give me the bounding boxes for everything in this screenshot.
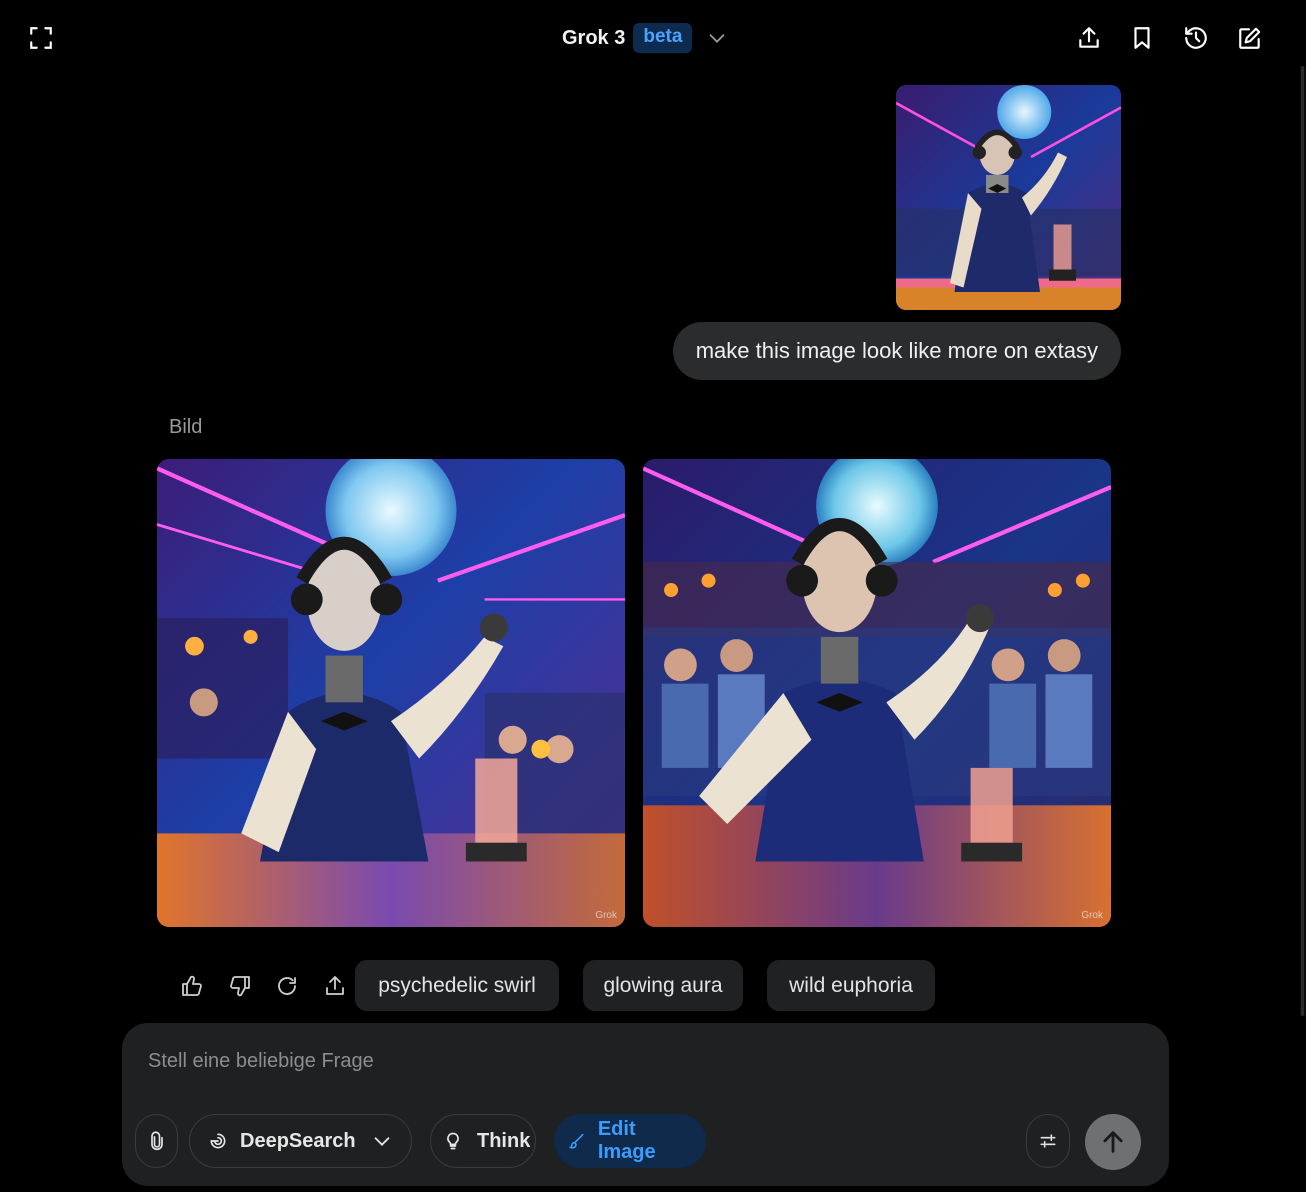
chevron-down-icon — [710, 34, 725, 43]
thumbs-up-icon[interactable] — [172, 966, 212, 1006]
robot-bartender-image-2 — [643, 459, 1111, 927]
lightbulb-icon — [447, 1132, 459, 1150]
send-button[interactable] — [1085, 1114, 1141, 1170]
paperclip-icon — [150, 1131, 163, 1151]
share-icon[interactable] — [1069, 18, 1109, 58]
deepsearch-label: DeepSearch — [240, 1129, 356, 1152]
grok-chat-page: Grok 3 beta make this image look like mo… — [0, 0, 1306, 1192]
sliders-icon — [1040, 1134, 1056, 1148]
composer: DeepSearch Think Edit Image — [122, 1023, 1169, 1186]
robot-bartender-image-1 — [157, 459, 625, 927]
fullscreen-icon[interactable] — [21, 18, 61, 58]
grok-watermark: Grok — [1081, 910, 1103, 921]
regenerate-icon[interactable] — [267, 966, 307, 1006]
bartender-robot-image — [896, 85, 1121, 310]
scrollbar-thumb[interactable] — [1301, 66, 1304, 1016]
brush-icon — [569, 1133, 584, 1149]
beta-badge: beta — [633, 23, 693, 53]
scrollbar[interactable] — [1300, 66, 1306, 1016]
edit-image-button[interactable]: Edit Image — [554, 1114, 706, 1168]
chevron-down-icon[interactable] — [371, 1130, 393, 1152]
settings-button[interactable] — [1026, 1114, 1070, 1168]
bookmark-icon[interactable] — [1122, 18, 1162, 58]
edit-image-label: Edit Image — [597, 1118, 656, 1163]
think-label: Think — [477, 1129, 531, 1152]
arrow-up-icon — [1103, 1131, 1123, 1153]
grok-watermark: Grok — [595, 910, 617, 921]
generated-image-1[interactable]: Grok — [157, 459, 625, 927]
model-name: Grok 3 — [562, 26, 626, 49]
deepsearch-button[interactable]: DeepSearch — [189, 1114, 412, 1168]
generated-image-2[interactable]: Grok — [643, 459, 1111, 927]
share-icon[interactable] — [315, 966, 355, 1006]
suggestion-chip[interactable]: psychedelic swirl — [355, 960, 559, 1011]
suggestion-chip[interactable]: glowing aura — [583, 960, 743, 1011]
new-chat-icon[interactable] — [1230, 18, 1270, 58]
model-selector[interactable]: Grok 3 beta — [562, 22, 728, 54]
attach-button[interactable] — [135, 1114, 178, 1168]
user-message-bubble: make this image look like more on extasy — [672, 322, 1121, 380]
think-button[interactable]: Think — [430, 1114, 536, 1168]
thumbs-down-icon[interactable] — [220, 966, 260, 1006]
response-label: Bild — [169, 416, 203, 438]
prompt-input[interactable] — [146, 1045, 1110, 1077]
suggestion-chip[interactable]: wild euphoria — [767, 960, 935, 1011]
deepsearch-icon — [210, 1133, 226, 1149]
history-icon[interactable] — [1176, 18, 1216, 58]
user-attached-image[interactable] — [896, 85, 1121, 310]
